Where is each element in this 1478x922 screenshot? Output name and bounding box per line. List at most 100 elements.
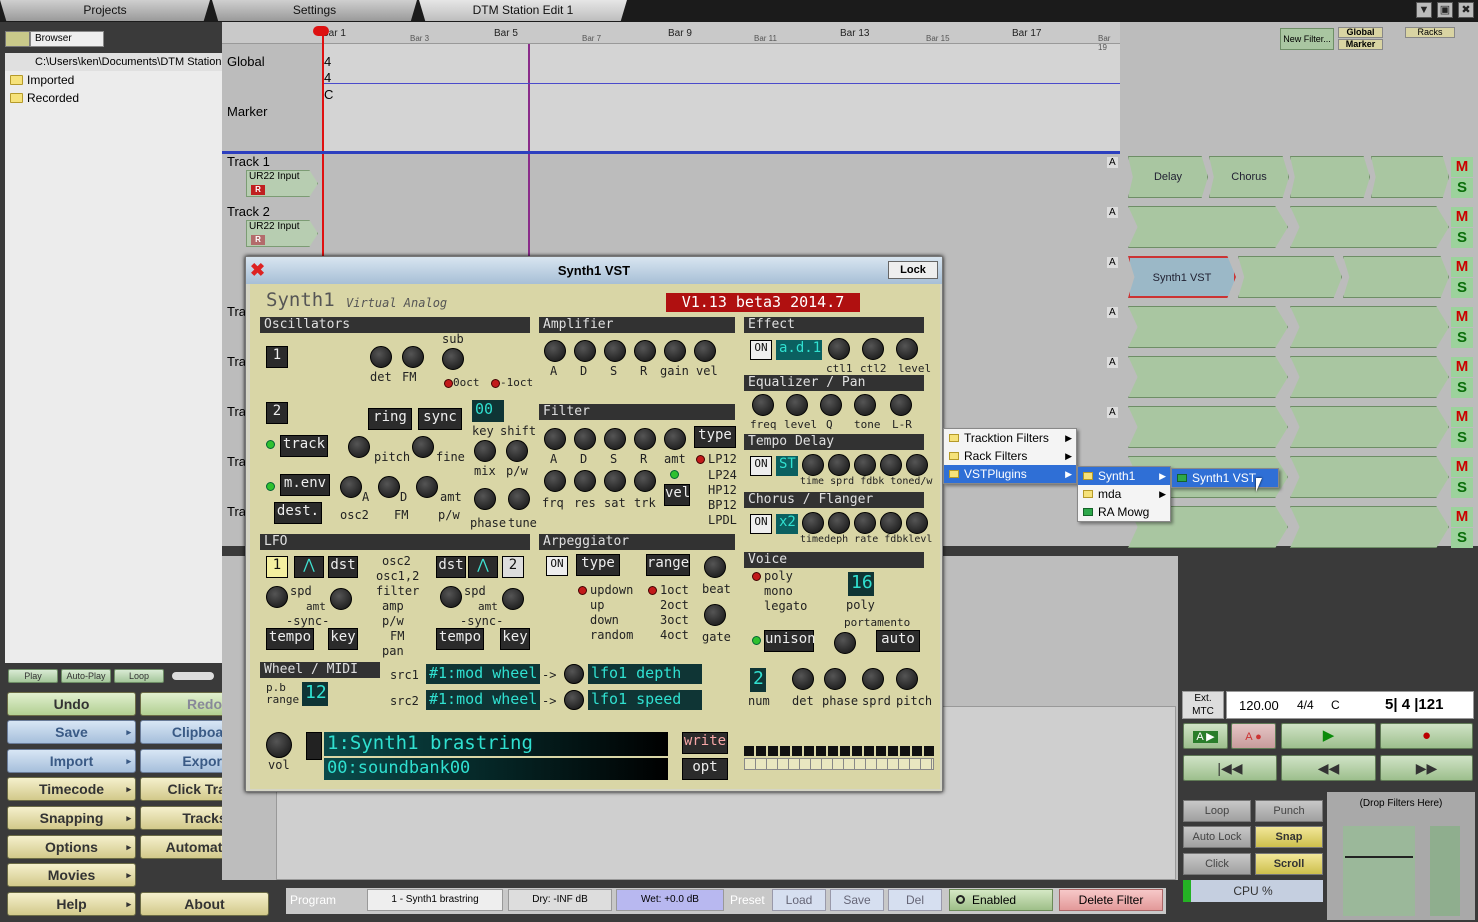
led-indicator[interactable]: [444, 379, 453, 388]
close-window-button[interactable]: ✖: [1458, 2, 1474, 18]
effect-type-display[interactable]: a.d.1: [776, 340, 822, 360]
delay-fdbk-knob[interactable]: [854, 454, 876, 476]
osc2-button[interactable]: 2: [266, 402, 288, 424]
solo-button[interactable]: S: [1451, 478, 1473, 498]
import-button[interactable]: Import ▸: [7, 749, 136, 773]
click-toggle[interactable]: Click: [1183, 853, 1251, 875]
amp-d-knob[interactable]: [574, 340, 596, 362]
lfo-dest-pan[interactable]: pan: [382, 644, 404, 658]
filter-a-knob[interactable]: [544, 428, 566, 450]
arp-3oct[interactable]: 3oct: [660, 613, 689, 627]
lfo2-key-button[interactable]: key: [500, 628, 530, 650]
arp-2oct[interactable]: 2oct: [660, 598, 689, 612]
filter-level[interactable]: [1290, 506, 1449, 548]
master-volume-fader[interactable]: [1343, 826, 1415, 916]
sat-knob[interactable]: [604, 470, 626, 492]
dest-pw[interactable]: p/w: [438, 508, 460, 522]
hp12-option[interactable]: HP12: [708, 483, 737, 497]
ctl2-knob[interactable]: [862, 338, 884, 360]
unison-sprd-knob[interactable]: [862, 668, 884, 690]
options-button[interactable]: Options ▸: [7, 835, 136, 859]
portamento-auto-button[interactable]: auto: [876, 630, 920, 652]
scroll-toggle[interactable]: Scroll: [1255, 853, 1323, 875]
lfo2-amt-knob[interactable]: [502, 588, 524, 610]
record-arm-button[interactable]: R: [251, 185, 265, 195]
track-name[interactable]: Tra: [227, 504, 246, 519]
chorus-rate-knob[interactable]: [854, 512, 876, 534]
tempo-display[interactable]: 120.00: [1239, 698, 1279, 713]
automation-icon[interactable]: A: [1107, 257, 1118, 268]
eq-q-knob[interactable]: [820, 394, 842, 416]
arp-gate-knob[interactable]: [704, 604, 726, 626]
track-name[interactable]: Track 1: [227, 154, 270, 169]
record-button[interactable]: ●: [1380, 723, 1473, 749]
led-indicator[interactable]: [696, 455, 705, 464]
lfo2-wave-button[interactable]: ⋀: [468, 556, 498, 578]
menu-item-synth1-vst[interactable]: Synth1 VST: [1172, 469, 1278, 487]
position-display[interactable]: 5| 4 |121: [1385, 696, 1443, 713]
folder-recorded[interactable]: Recorded: [5, 89, 222, 107]
filter-volume[interactable]: [1128, 406, 1288, 448]
amp-s-knob[interactable]: [604, 340, 626, 362]
racks-toggle[interactable]: Racks: [1405, 27, 1455, 38]
eq-level-knob[interactable]: [786, 394, 808, 416]
frq-knob[interactable]: [544, 470, 566, 492]
mute-button[interactable]: M: [1451, 357, 1473, 377]
filter-type-button[interactable]: type: [694, 426, 736, 448]
loop-button[interactable]: Loop: [114, 669, 164, 683]
rewind-button[interactable]: ◀◀: [1281, 755, 1376, 781]
minimize-button[interactable]: ▼: [1416, 2, 1432, 18]
global-toggle[interactable]: Global: [1338, 27, 1383, 38]
lfo-dest-osc2[interactable]: osc2: [382, 554, 411, 568]
loop-toggle[interactable]: Loop: [1183, 800, 1251, 822]
unison-det-knob[interactable]: [792, 668, 814, 690]
amp-gain-knob[interactable]: [664, 340, 686, 362]
osc-det-knob[interactable]: [370, 346, 392, 368]
track-input[interactable]: UR22 Input R: [246, 170, 318, 197]
auto-lock-toggle[interactable]: Auto Lock: [1183, 826, 1251, 848]
pitch-knob[interactable]: [348, 436, 370, 458]
lfo2-dst-button[interactable]: dst: [436, 556, 466, 578]
voice-mono[interactable]: mono: [764, 584, 793, 598]
delay-mode-display[interactable]: ST: [776, 456, 798, 476]
filter-level[interactable]: [1290, 306, 1449, 348]
solo-button[interactable]: S: [1451, 278, 1473, 298]
led-indicator[interactable]: [648, 586, 657, 595]
fast-forward-button[interactable]: ▶▶: [1380, 755, 1473, 781]
program-select[interactable]: 1 - Synth1 brastring: [367, 889, 503, 911]
ext-sync-button[interactable]: Ext. MTC: [1182, 691, 1224, 719]
track-button[interactable]: track: [280, 435, 328, 457]
filter-level[interactable]: [1290, 406, 1449, 448]
movies-button[interactable]: Movies ▸: [7, 863, 136, 887]
chorus-level-knob[interactable]: [906, 512, 928, 534]
chorus-fdbk-knob[interactable]: [880, 512, 902, 534]
lfo-dest-amp[interactable]: amp: [382, 599, 404, 613]
voice-legato[interactable]: legato: [764, 599, 807, 613]
save-preset-button[interactable]: Save: [830, 889, 884, 911]
soundbank-display[interactable]: 00:soundbank00: [324, 758, 668, 780]
timeline-ruler[interactable]: Bar 1 Bar 3 Bar 5 Bar 7 Bar 9 Bar 11 Bar…: [222, 22, 1120, 52]
wet-level[interactable]: Wet: +0.0 dB: [616, 889, 724, 911]
filter-amt-knob[interactable]: [664, 428, 686, 450]
led-indicator[interactable]: [670, 470, 679, 479]
menu-item-synth1[interactable]: Synth1 ▶: [1078, 467, 1170, 485]
osc-fm-knob[interactable]: [402, 346, 424, 368]
lfo2-button[interactable]: 2: [502, 556, 524, 578]
chorus-on-button[interactable]: ON: [750, 514, 772, 534]
unison-phase-knob[interactable]: [824, 668, 846, 690]
track-led[interactable]: [266, 440, 275, 449]
tab-settings[interactable]: Settings: [212, 0, 417, 21]
effect-level-knob[interactable]: [896, 338, 918, 360]
arp-updown[interactable]: updown: [590, 583, 633, 597]
lfo1-button[interactable]: 1: [266, 556, 288, 578]
menu-item-vstplugins[interactable]: VSTPlugins ▶: [944, 465, 1076, 483]
play-button[interactable]: Play: [8, 669, 58, 683]
sub-oct0[interactable]: 0oct: [453, 376, 480, 389]
track-name[interactable]: Tra: [227, 354, 246, 369]
plugin-titlebar[interactable]: Synth1 VST ✖ Lock: [246, 257, 942, 284]
res-knob[interactable]: [574, 470, 596, 492]
filter-volume[interactable]: [1290, 156, 1370, 198]
filter-shift-display[interactable]: 00: [472, 400, 504, 422]
snapping-button[interactable]: Snapping ▸: [7, 806, 136, 830]
menu-item-tracktion-filters[interactable]: Tracktion Filters ▶: [944, 429, 1076, 447]
